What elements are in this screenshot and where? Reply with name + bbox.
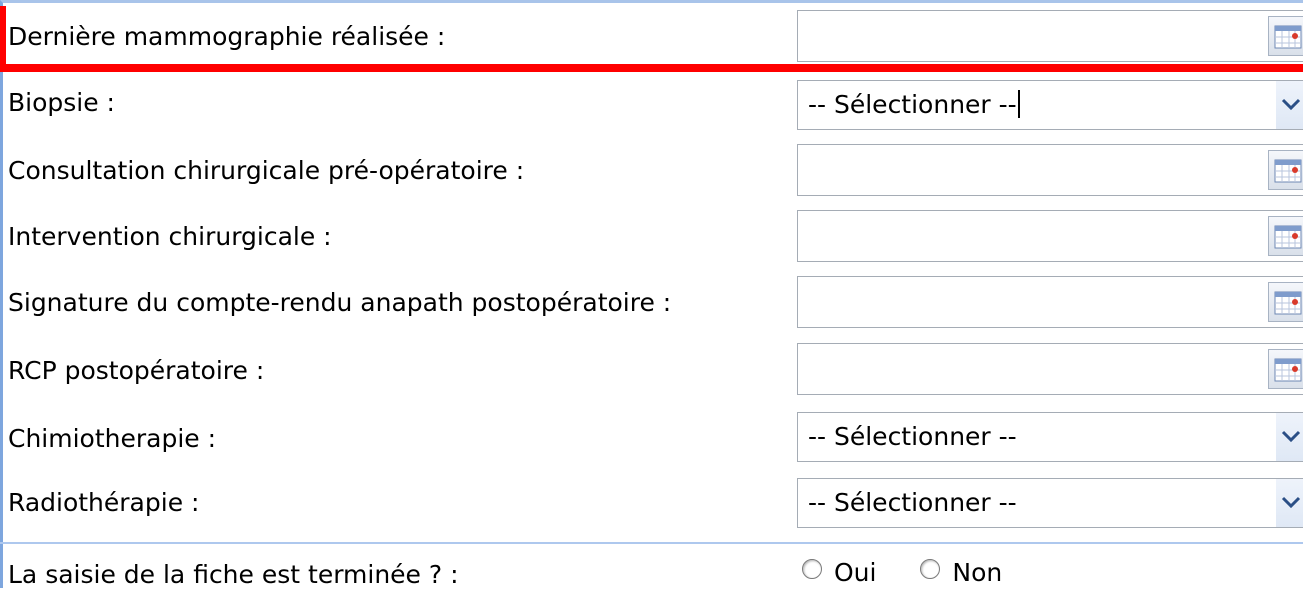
biopsie-select-text: -- Sélectionner -- — [808, 90, 1017, 119]
radio-non[interactable]: Non — [920, 558, 1002, 587]
saisie-terminee-radio-group: Oui Non — [802, 558, 1038, 587]
label-rcp-postoperatoire: RCP postopératoire : — [8, 356, 265, 385]
form-separator — [0, 542, 1303, 544]
radiotherapie-select[interactable]: -- Sélectionner -- — [797, 478, 1303, 528]
chimiotherapie-dropdown-button[interactable] — [1276, 413, 1303, 461]
label-signature-compte-rendu: Signature du compte-rendu anapath postop… — [8, 288, 672, 317]
biopsie-dropdown-button[interactable] — [1276, 81, 1303, 129]
radio-oui[interactable]: Oui — [802, 558, 876, 587]
highlight-box — [0, 6, 1303, 72]
rcp-postoperatoire-date-field[interactable] — [797, 343, 1303, 395]
radio-circle-oui[interactable] — [802, 559, 822, 579]
consultation-chirurgicale-date-field[interactable] — [797, 144, 1303, 196]
chimiotherapie-select-text: -- Sélectionner -- — [808, 422, 1017, 451]
radiotherapie-select-text: -- Sélectionner -- — [808, 488, 1017, 517]
intervention-chirurgicale-calendar-button[interactable] — [1268, 216, 1303, 256]
label-intervention-chirurgicale: Intervention chirurgicale : — [8, 222, 332, 251]
radio-label-oui: Oui — [834, 558, 877, 587]
chevron-down-icon — [1281, 496, 1301, 509]
radio-circle-non[interactable] — [920, 559, 941, 579]
biopsie-select[interactable]: -- Sélectionner -- — [797, 80, 1303, 130]
signature-compte-rendu-date-field[interactable] — [797, 276, 1303, 328]
intervention-chirurgicale-date-field[interactable] — [797, 210, 1303, 262]
consultation-chirurgicale-calendar-button[interactable] — [1268, 150, 1303, 190]
calendar-icon — [1274, 291, 1302, 315]
radiotherapie-dropdown-button[interactable] — [1276, 479, 1303, 527]
chevron-down-icon — [1281, 98, 1301, 111]
label-consultation-chirurgicale: Consultation chirurgicale pré-opératoire… — [8, 156, 525, 185]
radio-label-non: Non — [952, 558, 1003, 587]
label-biopsie: Biopsie : — [8, 88, 115, 117]
calendar-icon — [1274, 159, 1302, 183]
label-saisie-terminee: La saisie de la fiche est terminée ? : — [8, 560, 459, 589]
label-radiotherapie: Radiothérapie : — [8, 488, 200, 517]
calendar-icon — [1274, 358, 1302, 382]
chevron-down-icon — [1281, 430, 1301, 443]
rcp-postoperatoire-calendar-button[interactable] — [1268, 349, 1303, 389]
chimiotherapie-select[interactable]: -- Sélectionner -- — [797, 412, 1303, 462]
signature-compte-rendu-calendar-button[interactable] — [1268, 282, 1303, 322]
text-caret — [1017, 90, 1020, 118]
label-chimiotherapie: Chimiotherapie : — [8, 424, 217, 453]
biopsie-select-value: -- Sélectionner -- — [808, 90, 1020, 120]
calendar-icon — [1274, 225, 1302, 249]
